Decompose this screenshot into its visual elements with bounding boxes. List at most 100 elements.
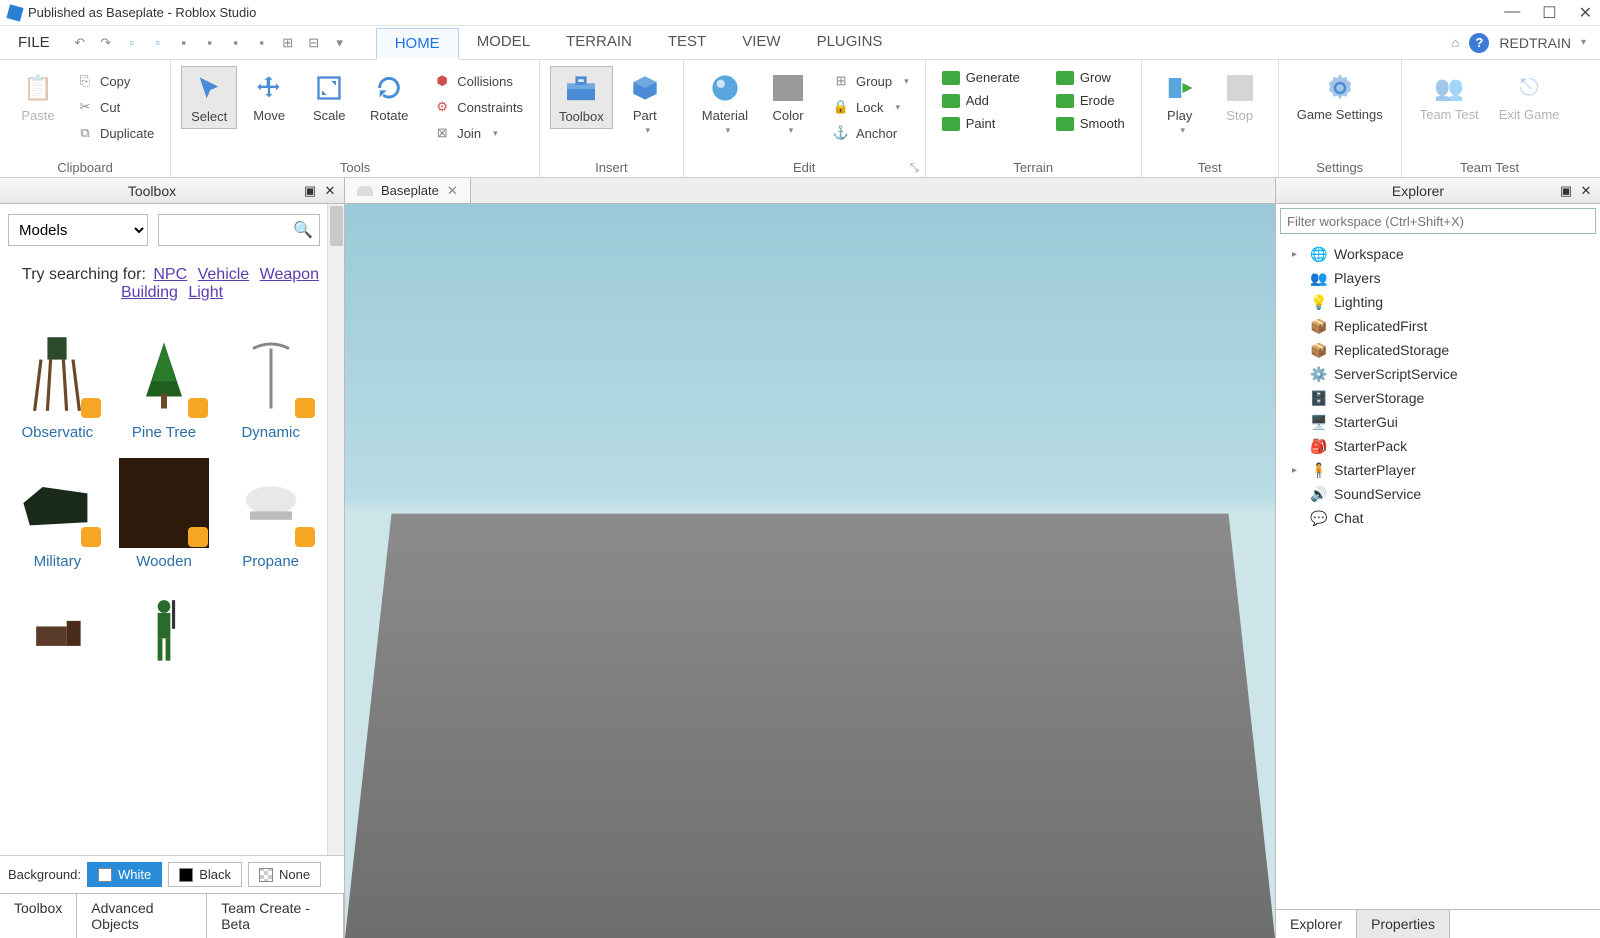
edit-expand-icon[interactable]: ⤡ <box>908 162 921 175</box>
qat-group-icon[interactable]: ⊞ <box>278 33 298 53</box>
qat-cube-4-icon[interactable]: ▪ <box>252 33 272 53</box>
bottom-tab-properties[interactable]: Properties <box>1357 910 1450 938</box>
toolbox-item[interactable]: Observatic <box>8 328 107 441</box>
expand-arrow-icon[interactable]: ▸ <box>1292 249 1304 260</box>
erode-button[interactable]: Erode <box>1050 91 1131 110</box>
bottom-tab-advanced-objects[interactable]: Advanced Objects <box>77 894 207 938</box>
toolbox-button[interactable]: Toolbox <box>550 66 613 129</box>
generate-button[interactable]: Generate <box>936 68 1026 87</box>
qat-ungroup-icon[interactable]: ⊟ <box>304 33 324 53</box>
tree-node-starterplayer[interactable]: ▸🧍StarterPlayer <box>1276 458 1600 482</box>
group-button[interactable]: ⊞Group▾ <box>826 70 915 92</box>
toolbox-category-select[interactable]: Models <box>8 214 148 246</box>
maximize-button[interactable]: ☐ <box>1542 3 1556 23</box>
color-button[interactable]: Color ▾ <box>760 66 816 140</box>
toolbox-item[interactable]: Propane <box>221 457 320 570</box>
paste-button[interactable]: 📋 Paste <box>10 66 66 127</box>
duplicate-button[interactable]: ⧉Duplicate <box>70 122 160 144</box>
help-icon[interactable]: ? <box>1469 33 1489 53</box>
username-label[interactable]: REDTRAIN <box>1499 35 1571 51</box>
copy-button[interactable]: ⎘Copy <box>70 70 160 92</box>
toolbox-search-input[interactable]: 🔍 <box>158 214 320 246</box>
toolbox-scrollbar[interactable] <box>327 204 344 855</box>
suggestion-vehicle[interactable]: Vehicle <box>198 266 250 283</box>
tab-home[interactable]: HOME <box>376 28 459 60</box>
tab-terrain[interactable]: TERRAIN <box>548 27 650 59</box>
lock-button[interactable]: 🔒Lock▾ <box>826 96 915 118</box>
file-menu[interactable]: FILE <box>6 30 62 55</box>
grow-button[interactable]: Grow <box>1050 68 1131 87</box>
join-button[interactable]: ⊠Join▾ <box>427 122 529 144</box>
tree-node-serverstorage[interactable]: 🗄️ServerStorage <box>1276 386 1600 410</box>
cut-button[interactable]: ✂Cut <box>70 96 160 118</box>
paint-button[interactable]: Paint <box>936 114 1026 133</box>
close-button[interactable]: ✕ <box>1579 3 1592 23</box>
tab-model[interactable]: MODEL <box>459 27 548 59</box>
team-test-button[interactable]: 👥 Team Test <box>1412 66 1487 126</box>
part-button[interactable]: Part ▾ <box>617 66 673 140</box>
tab-test[interactable]: TEST <box>650 27 724 59</box>
toolbox-item[interactable] <box>115 586 214 678</box>
move-button[interactable]: Move <box>241 66 297 127</box>
stop-button[interactable]: Stop <box>1212 66 1268 127</box>
suggestion-weapon[interactable]: Weapon <box>260 266 319 283</box>
tab-plugins[interactable]: PLUGINS <box>799 27 901 59</box>
tree-node-workspace[interactable]: ▸🌐Workspace <box>1276 242 1600 266</box>
bg-none-button[interactable]: None <box>248 862 321 887</box>
bg-white-button[interactable]: White <box>87 862 162 887</box>
suggestion-npc[interactable]: NPC <box>153 266 187 283</box>
game-settings-button[interactable]: Game Settings <box>1289 66 1391 126</box>
toolbox-item[interactable]: Dynamic <box>221 328 320 441</box>
undo-icon[interactable]: ↶ <box>70 33 90 53</box>
expand-arrow-icon[interactable]: ▸ <box>1292 465 1304 476</box>
toolbox-item[interactable]: Military <box>8 457 107 570</box>
play-button[interactable]: Play ▾ <box>1152 66 1208 140</box>
tree-node-serverscriptservice[interactable]: ⚙️ServerScriptService <box>1276 362 1600 386</box>
tree-node-starterpack[interactable]: 🎒StarterPack <box>1276 434 1600 458</box>
explorer-popout-button[interactable]: ▣ <box>1558 183 1574 199</box>
tree-node-lighting[interactable]: 💡Lighting <box>1276 290 1600 314</box>
collisions-button[interactable]: ⬢Collisions <box>427 70 529 92</box>
tree-node-chat[interactable]: 💬Chat <box>1276 506 1600 530</box>
viewport-tab-baseplate[interactable]: Baseplate ✕ <box>345 178 471 203</box>
settings-icon[interactable]: ⌂ <box>1452 35 1460 50</box>
suggestion-light[interactable]: Light <box>188 284 223 301</box>
qat-icon-1[interactable]: ▫ <box>122 33 142 53</box>
toolbox-close-button[interactable]: ✕ <box>322 183 338 199</box>
tab-view[interactable]: VIEW <box>724 27 798 59</box>
scale-button[interactable]: Scale <box>301 66 357 127</box>
user-dropdown-icon[interactable]: ▾ <box>1581 37 1586 48</box>
constraints-button[interactable]: ⚙Constraints <box>427 96 529 118</box>
exit-game-button[interactable]: ⎋ Exit Game <box>1491 66 1568 126</box>
tree-node-startergui[interactable]: 🖥️StarterGui <box>1276 410 1600 434</box>
tree-node-players[interactable]: 👥Players <box>1276 266 1600 290</box>
qat-dropdown-icon[interactable]: ▾ <box>330 33 350 53</box>
qat-cube-3-icon[interactable]: ▪ <box>226 33 246 53</box>
qat-cube-1-icon[interactable]: ▪ <box>174 33 194 53</box>
redo-icon[interactable]: ↷ <box>96 33 116 53</box>
anchor-button[interactable]: ⚓Anchor <box>826 122 915 144</box>
select-button[interactable]: Select <box>181 66 237 129</box>
baseplate-tab-close[interactable]: ✕ <box>447 183 458 199</box>
bg-black-button[interactable]: Black <box>168 862 242 887</box>
add-button[interactable]: Add <box>936 91 1026 110</box>
tree-node-soundservice[interactable]: 🔊SoundService <box>1276 482 1600 506</box>
rotate-button[interactable]: Rotate <box>361 66 417 127</box>
bottom-tab-explorer[interactable]: Explorer <box>1276 910 1357 938</box>
toolbox-item[interactable] <box>8 586 107 678</box>
toolbox-item[interactable]: Pine Tree <box>115 328 214 441</box>
tree-node-replicatedfirst[interactable]: 📦ReplicatedFirst <box>1276 314 1600 338</box>
toolbox-popout-button[interactable]: ▣ <box>302 183 318 199</box>
tree-node-replicatedstorage[interactable]: 📦ReplicatedStorage <box>1276 338 1600 362</box>
qat-icon-2[interactable]: ▫ <box>148 33 168 53</box>
suggestion-building[interactable]: Building <box>121 284 178 301</box>
smooth-button[interactable]: Smooth <box>1050 114 1131 133</box>
toolbox-item[interactable]: Wooden <box>115 457 214 570</box>
viewport-3d[interactable] <box>345 204 1275 938</box>
explorer-close-button[interactable]: ✕ <box>1578 183 1594 199</box>
bottom-tab-toolbox[interactable]: Toolbox <box>0 894 77 938</box>
explorer-filter-input[interactable] <box>1281 209 1595 233</box>
material-button[interactable]: Material ▾ <box>694 66 756 140</box>
minimize-button[interactable]: — <box>1504 3 1520 23</box>
bottom-tab-team-create[interactable]: Team Create - Beta <box>207 894 344 938</box>
